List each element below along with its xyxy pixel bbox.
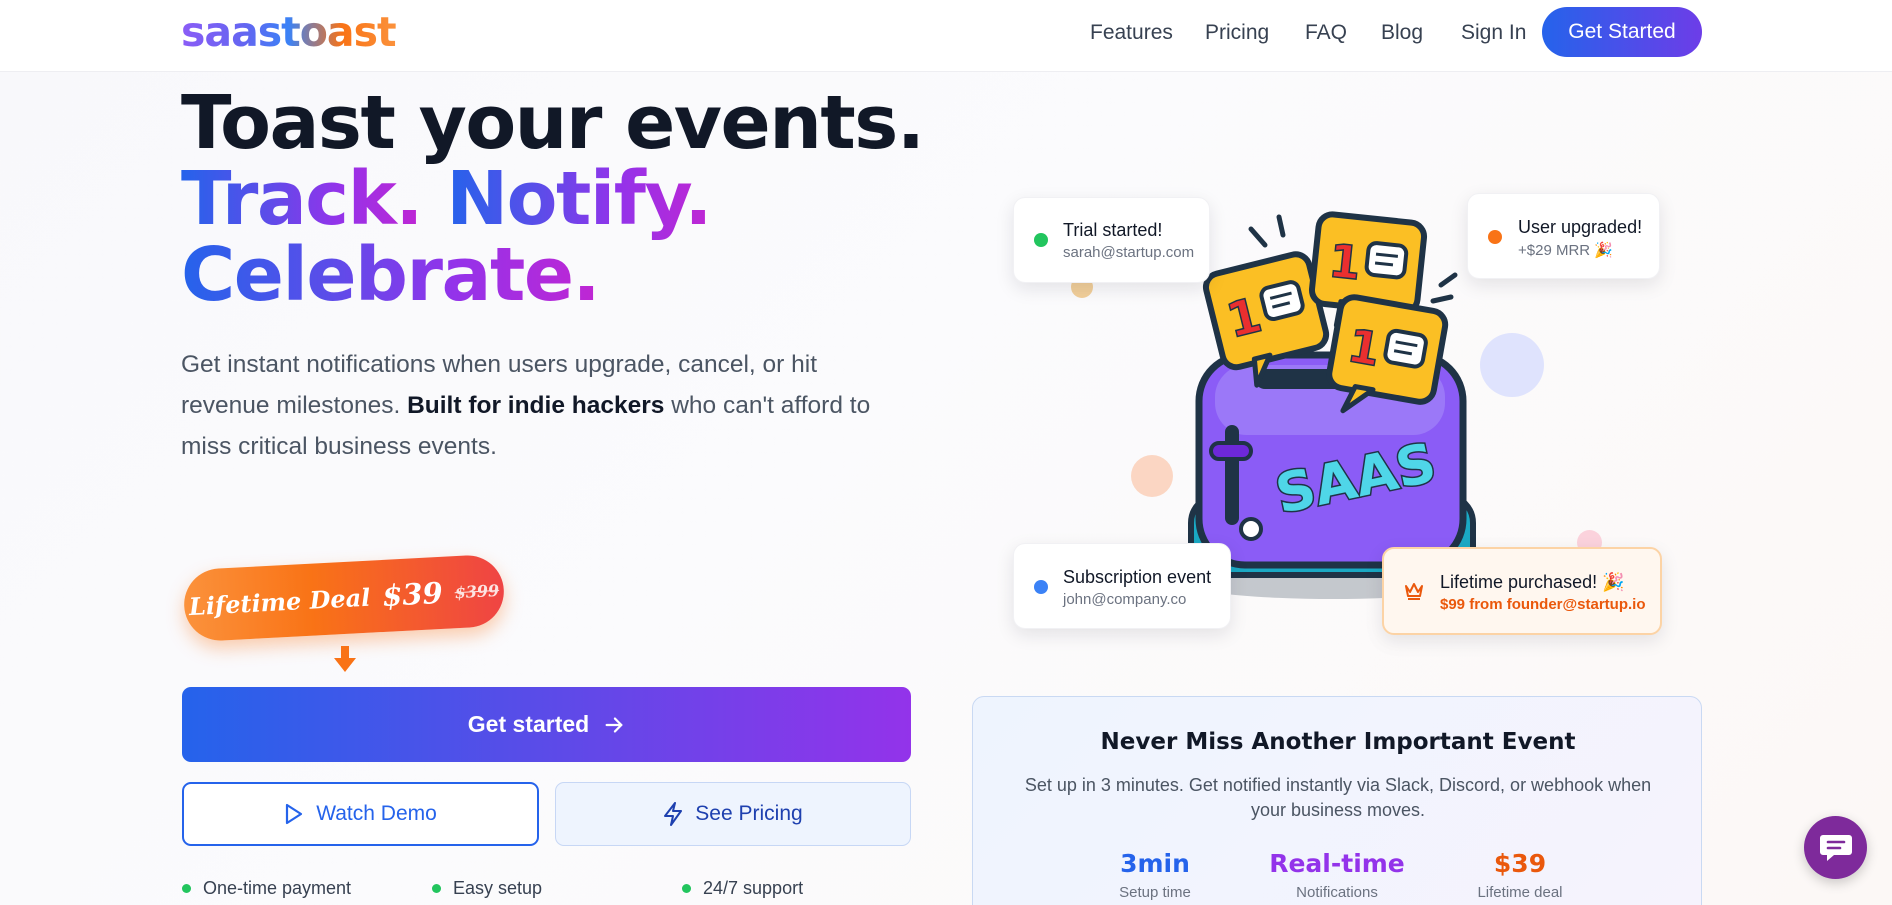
info-title: Never Miss Another Important Event <box>1100 729 1576 755</box>
feature-label: One-time payment <box>203 878 352 898</box>
notification-subtitle: $99 from founder@startup.io <box>1440 596 1646 613</box>
get-started-button[interactable]: Get started <box>182 687 911 762</box>
notification-card-lifetime: Lifetime purchased! 🎉 $99 from founder@s… <box>1382 547 1662 635</box>
down-arrow-icon <box>334 646 356 672</box>
nav-link-features[interactable]: Features <box>1090 21 1173 45</box>
feature-item-payment: One-time payment <box>182 878 351 899</box>
nav-get-started-button[interactable]: Get Started <box>1542 7 1702 57</box>
nav-link-faq[interactable]: FAQ <box>1305 21 1347 45</box>
notification-title: Subscription event <box>1063 567 1212 587</box>
check-dot-icon <box>682 884 691 893</box>
watch-demo-label: Watch Demo <box>316 802 437 825</box>
top-navbar: saastoast Features Pricing FAQ Blog Sign… <box>0 0 1892 72</box>
notification-card-subscription: Subscription event john@company.co <box>1013 543 1231 629</box>
get-started-label: Get started <box>467 711 590 737</box>
decor-bubble <box>1131 455 1173 497</box>
status-dot-icon <box>1488 230 1502 244</box>
see-pricing-button[interactable]: See Pricing <box>555 782 911 846</box>
status-dot-icon <box>1034 233 1048 247</box>
feature-label: Easy setup <box>453 878 543 898</box>
hero-headline-line2: Track. Notify. <box>181 156 712 242</box>
stat-setup-time: 3min Setup time <box>1055 849 1255 901</box>
lightning-icon <box>664 802 683 826</box>
notification-title: User upgraded! <box>1518 217 1643 237</box>
notification-card-trial: Trial started! sarah@startup.com <box>1013 197 1210 283</box>
info-description: Set up in 3 minutes. Get notified instan… <box>1024 775 1652 820</box>
nav-link-pricing[interactable]: Pricing <box>1205 21 1269 45</box>
notification-subtitle: +$29 MRR 🎉 <box>1518 242 1613 259</box>
feature-label: 24/7 support <box>703 878 804 898</box>
chat-widget-button[interactable] <box>1804 816 1867 879</box>
stat-label: Setup time <box>1119 884 1191 901</box>
stat-value: Real-time <box>1269 849 1405 878</box>
hero-description: Get instant notifications when users upg… <box>181 344 901 467</box>
notification-card-upgrade: User upgraded! +$29 MRR 🎉 <box>1467 193 1660 279</box>
chat-icon <box>1819 834 1852 861</box>
watch-demo-button[interactable]: Watch Demo <box>182 782 539 846</box>
feature-item-support: 24/7 support <box>682 878 803 899</box>
nav-link-blog[interactable]: Blog <box>1381 21 1423 45</box>
hero-desc-bold: Built for indie hackers <box>407 392 665 419</box>
info-card: Never Miss Another Important Event Set u… <box>972 696 1702 905</box>
headline-notify: Notify. <box>446 156 712 242</box>
arrow-right-icon <box>605 716 623 733</box>
notification-title: Lifetime purchased! 🎉 <box>1440 572 1625 592</box>
deal-old-price: $399 <box>454 580 500 602</box>
play-icon <box>286 803 303 825</box>
headline-celebrate: Celebrate. <box>181 232 601 318</box>
crown-icon <box>1405 583 1423 600</box>
deal-label: Lifetime Deal <box>188 582 371 621</box>
deal-price: $39 <box>381 575 444 613</box>
stat-lifetime-deal: $39 Lifetime deal <box>1420 849 1620 901</box>
status-dot-icon <box>1034 580 1048 594</box>
notification-title: Trial started! <box>1063 220 1163 240</box>
nav-link-sign-in[interactable]: Sign In <box>1461 21 1526 45</box>
stat-label: Lifetime deal <box>1477 884 1563 901</box>
check-dot-icon <box>182 884 191 893</box>
headline-track: Track. <box>181 156 423 242</box>
hero-headline-line1: Toast your events. <box>181 80 925 166</box>
check-dot-icon <box>432 884 441 893</box>
stat-value: $39 <box>1493 849 1547 878</box>
brand-logo[interactable]: saastoast <box>181 8 397 56</box>
badge-count: 1 <box>1326 233 1363 290</box>
feature-item-setup: Easy setup <box>432 878 542 899</box>
notification-subtitle: sarah@startup.com <box>1063 244 1195 261</box>
stat-value: 3min <box>1120 849 1190 878</box>
stat-notifications: Real-time Notifications <box>1237 849 1437 901</box>
lifetime-deal-badge: Lifetime Deal $39 $399 <box>182 553 506 643</box>
stat-label: Notifications <box>1296 884 1378 901</box>
notification-subtitle: john@company.co <box>1063 591 1187 608</box>
see-pricing-label: See Pricing <box>695 802 803 825</box>
hero-headline-line3: Celebrate. <box>181 232 601 318</box>
